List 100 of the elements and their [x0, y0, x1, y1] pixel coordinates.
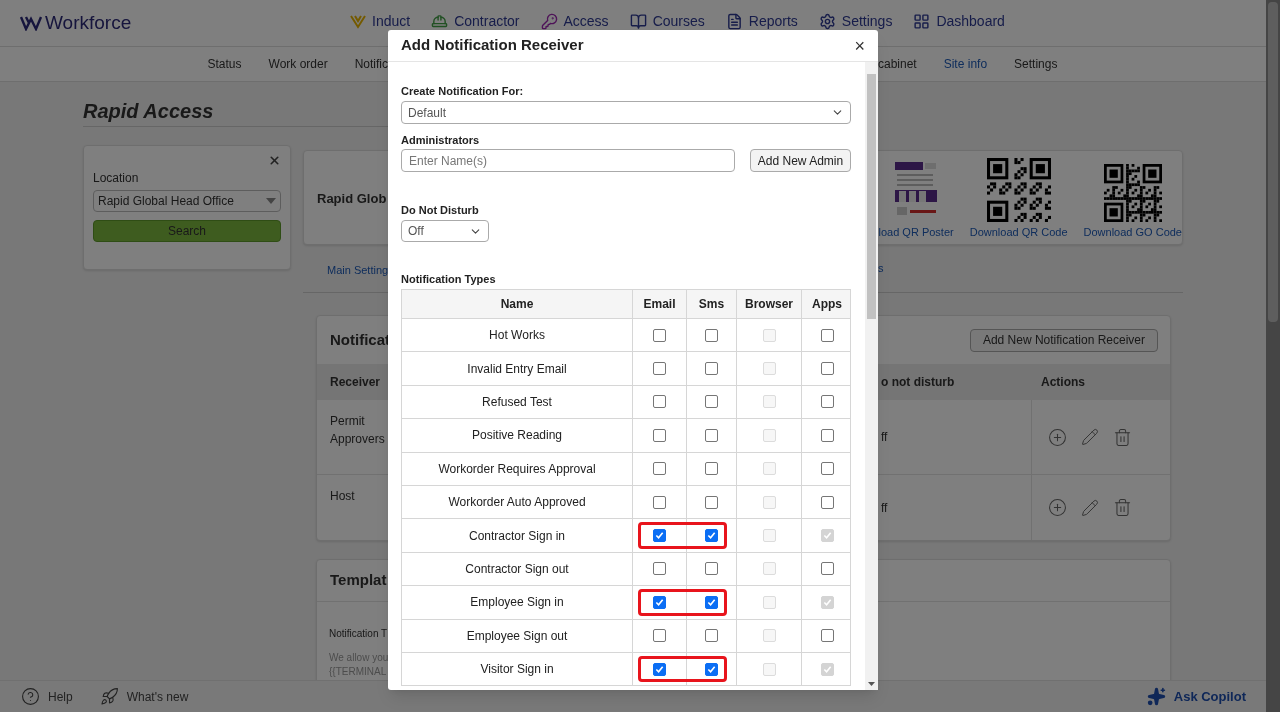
checkbox[interactable] — [705, 595, 718, 609]
column-header: Receiver — [330, 375, 381, 389]
checkmark-icon — [822, 664, 832, 674]
checkbox[interactable] — [653, 428, 666, 442]
scrollbar-thumb[interactable] — [1268, 2, 1278, 322]
field-label: Create Notification For: — [401, 84, 525, 98]
column-header: Name — [500, 296, 534, 313]
card-title: Templat — [330, 570, 387, 591]
edit-icon[interactable] — [1081, 428, 1099, 446]
settings-icon — [818, 12, 836, 30]
download-link[interactable]: Download GO Code — [1083, 224, 1182, 241]
checkbox[interactable] — [820, 495, 834, 509]
table-cell-text: Contractor Sign in — [468, 527, 565, 545]
edit-icon[interactable] — [1081, 498, 1099, 517]
add-new-admin-button[interactable]: Add New Admin — [750, 149, 851, 172]
field-label: Do Not Disturb — [401, 203, 480, 217]
checkmark-icon — [655, 531, 664, 541]
checkbox[interactable] — [653, 462, 666, 476]
checkbox[interactable] — [820, 362, 834, 376]
qr-code-icon — [1103, 164, 1162, 223]
help-link[interactable]: Help — [21, 687, 73, 706]
tab[interactable]: s — [878, 260, 884, 277]
do-not-disturb-select[interactable]: Off — [401, 220, 489, 242]
download-link[interactable]: Download QR Code — [969, 224, 1068, 241]
checkbox[interactable] — [653, 328, 666, 342]
nav-link[interactable]: Reports — [725, 12, 798, 30]
subnav-link[interactable]: Settings — [1014, 55, 1058, 73]
checkmark-icon — [822, 597, 832, 607]
checkbox[interactable] — [820, 428, 834, 442]
download-link[interactable]: load QR Poster — [878, 224, 954, 241]
nav-link[interactable]: Dashboard — [913, 12, 1005, 30]
checkbox[interactable] — [653, 529, 666, 543]
table-cell-text: Employee Sign out — [466, 627, 568, 645]
subnav-link[interactable]: Work order — [268, 55, 328, 73]
section-label: Notification Types — [401, 272, 497, 286]
add-icon[interactable] — [1048, 498, 1067, 517]
checkbox[interactable] — [653, 662, 666, 676]
nav-link[interactable]: Courses — [629, 12, 705, 30]
subnav-link[interactable]: Status — [207, 55, 242, 73]
nav-link[interactable]: Settings — [818, 12, 893, 30]
location-select[interactable]: Rapid Global Head Office — [93, 190, 281, 212]
checkbox[interactable] — [705, 529, 718, 543]
administrators-input[interactable]: Enter Name(s) — [401, 149, 735, 172]
checkbox[interactable] — [705, 428, 718, 442]
subnav-link[interactable]: cabinet — [878, 55, 917, 73]
table-cell-text: Host — [330, 488, 356, 505]
nav-link[interactable]: Induct — [350, 12, 411, 30]
add-receiver-button[interactable]: Add New Notification Receiver — [969, 328, 1158, 352]
whats-new-link[interactable]: What's new — [99, 687, 189, 706]
search-button[interactable]: Search — [93, 220, 281, 242]
scrollbar-thumb[interactable] — [867, 74, 876, 319]
document-icon — [725, 12, 743, 30]
qr-code-icon — [986, 158, 1051, 223]
sparkle-icon — [1146, 687, 1166, 706]
column-header: Browser — [745, 296, 793, 313]
tab[interactable]: Main Setting — [327, 263, 389, 276]
checkbox[interactable] — [705, 629, 718, 643]
logo-text: Workforce — [45, 10, 132, 35]
close-icon[interactable] — [268, 154, 281, 167]
logo-icon — [20, 15, 42, 31]
delete-icon[interactable] — [1113, 427, 1132, 447]
close-button[interactable]: × — [854, 36, 865, 55]
checkbox[interactable] — [653, 362, 666, 376]
checkbox[interactable] — [653, 629, 666, 643]
checkbox[interactable] — [653, 395, 666, 409]
checkbox[interactable] — [705, 462, 718, 476]
notification-for-select[interactable]: Default — [401, 101, 851, 124]
page-title: Rapid Access — [83, 100, 215, 122]
field-label: Notification T — [329, 627, 389, 641]
checkbox[interactable] — [820, 462, 834, 476]
checkbox[interactable] — [653, 595, 666, 609]
checkbox[interactable] — [705, 328, 718, 342]
help-icon — [21, 687, 40, 706]
checkbox[interactable] — [820, 562, 834, 576]
column-header: Apps — [812, 296, 842, 313]
checkbox[interactable] — [653, 562, 666, 576]
rocket-icon — [99, 687, 119, 706]
nav-link[interactable]: Access — [540, 12, 609, 30]
subnav-link[interactable]: Site info — [943, 55, 988, 73]
grid-icon — [913, 12, 931, 30]
checkbox[interactable] — [653, 495, 666, 509]
add-icon[interactable] — [1048, 427, 1067, 447]
nav-link[interactable]: Contractor — [431, 12, 520, 30]
checkbox[interactable] — [705, 495, 718, 509]
checkbox[interactable] — [705, 362, 718, 376]
checkbox[interactable] — [705, 395, 718, 409]
checkbox[interactable] — [820, 395, 834, 409]
checkbox[interactable] — [705, 562, 718, 576]
checkbox[interactable] — [820, 328, 834, 342]
table-cell-text: ff — [881, 499, 888, 517]
modal-title: Add Notification Receiver — [401, 35, 584, 56]
ask-copilot-link[interactable]: Ask Copilot — [1146, 686, 1246, 707]
scroll-down-icon[interactable] — [868, 682, 875, 686]
checkbox[interactable] — [705, 662, 718, 676]
subnav-link[interactable]: Notific — [354, 55, 388, 73]
table-cell-text: Visitor Sign in — [480, 661, 554, 679]
checkbox[interactable] — [820, 629, 834, 643]
delete-icon[interactable] — [1113, 498, 1132, 517]
table-cell-text: Invalid Entry Email — [467, 360, 567, 378]
checkmark-icon — [707, 531, 716, 541]
